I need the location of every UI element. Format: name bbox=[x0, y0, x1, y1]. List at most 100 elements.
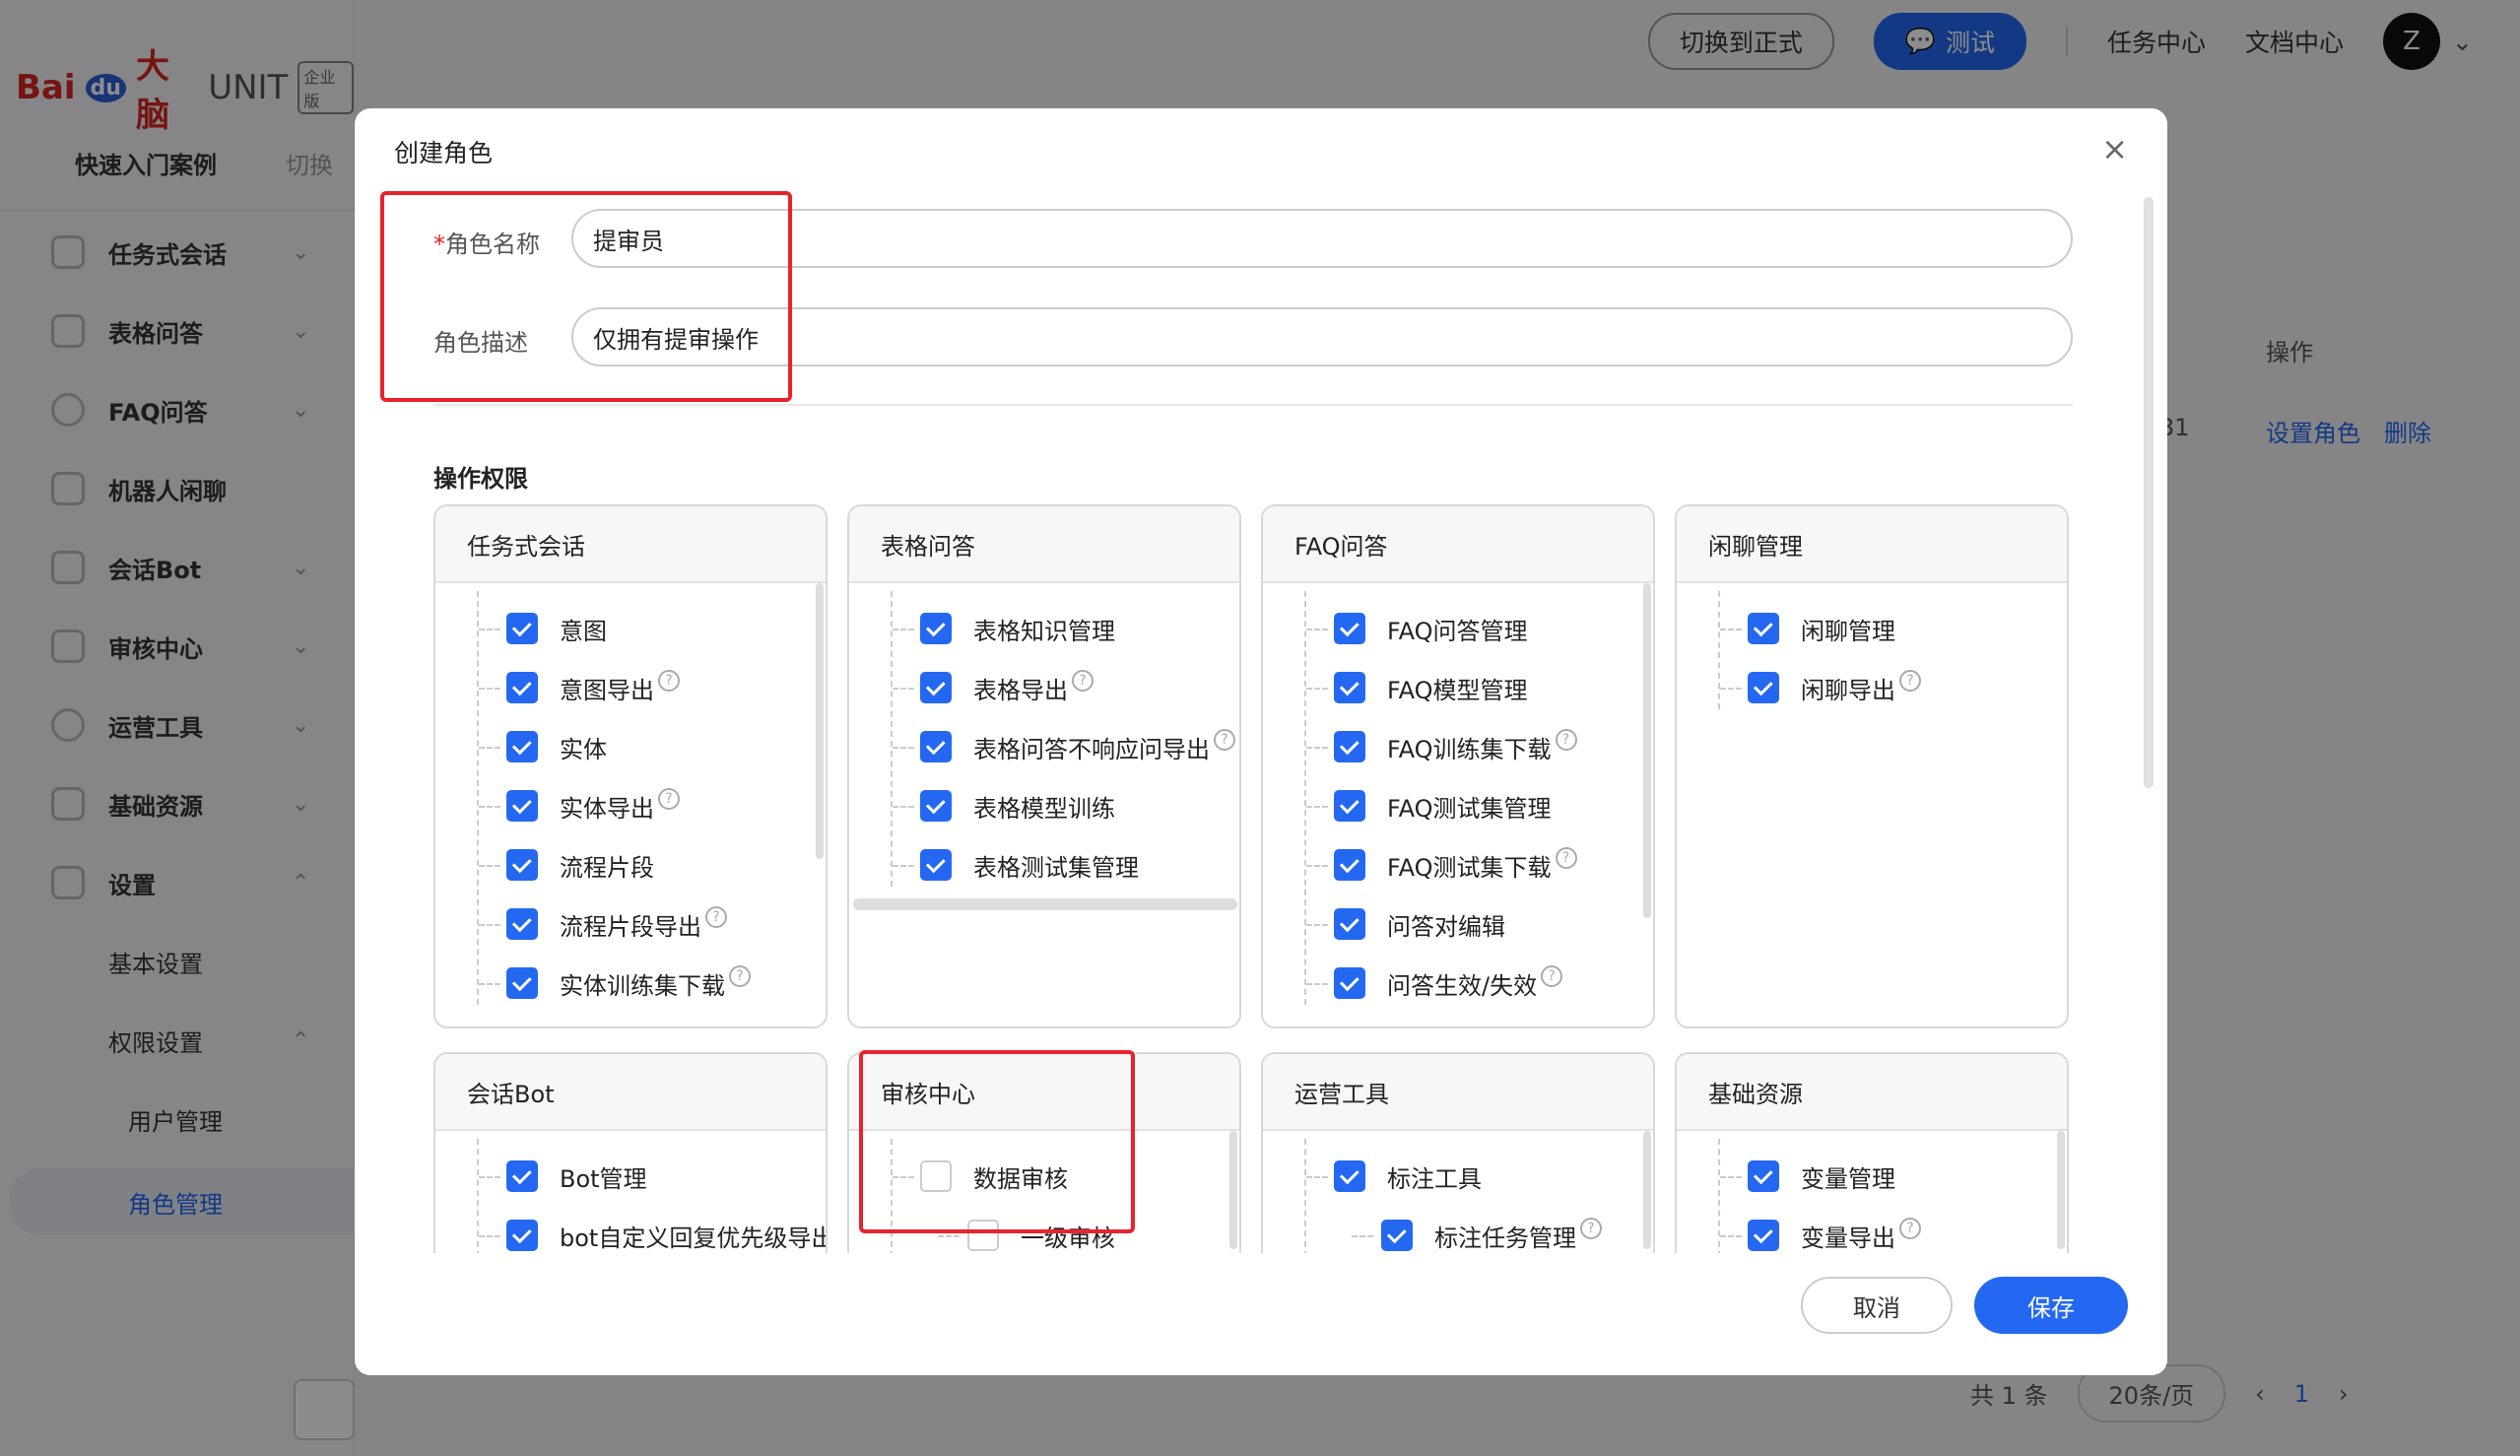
permission-checkbox[interactable] bbox=[1334, 849, 1365, 881]
tree-branch bbox=[1306, 688, 1328, 690]
tree-branch bbox=[479, 747, 500, 749]
permission-item[interactable]: 标注工具 bbox=[1334, 1157, 1482, 1196]
permission-item[interactable]: 问答生效/失效? bbox=[1334, 963, 1563, 1003]
close-icon[interactable]: × bbox=[2101, 130, 2128, 167]
card-horizontal-scrollbar[interactable] bbox=[853, 898, 1237, 910]
permission-item[interactable]: 问答对编辑 bbox=[1334, 904, 1505, 944]
permission-label: FAQ测试集下载 bbox=[1387, 853, 1552, 882]
help-icon[interactable]: ? bbox=[1899, 1218, 1921, 1239]
permission-checkbox[interactable] bbox=[1748, 1160, 1779, 1192]
permission-label: bot自定义回复优先级导出 bbox=[560, 1224, 828, 1252]
permission-tree: 表格知识管理 表格导出? 表格问答不响应问导出? 表格模型训练表格测试集管理 bbox=[849, 583, 1239, 1026]
permission-item[interactable]: 变量导出? bbox=[1748, 1216, 1921, 1255]
permission-item[interactable]: 实体训练集下载? bbox=[506, 963, 751, 1003]
tree-branch bbox=[1306, 806, 1328, 808]
tree-branch bbox=[893, 629, 914, 630]
help-icon[interactable]: ? bbox=[1555, 847, 1577, 869]
permission-item[interactable]: 表格导出? bbox=[920, 668, 1094, 707]
permission-checkbox[interactable] bbox=[1334, 967, 1365, 999]
permission-item[interactable]: 标注任务管理? bbox=[1381, 1216, 1602, 1255]
help-icon[interactable]: ? bbox=[1072, 670, 1094, 692]
help-icon[interactable]: ? bbox=[705, 906, 727, 928]
permission-checkbox[interactable] bbox=[1748, 1220, 1779, 1251]
card-scrollbar[interactable] bbox=[1643, 583, 1651, 918]
permission-item[interactable]: Bot管理 bbox=[506, 1157, 647, 1196]
cancel-button[interactable]: 取消 bbox=[1801, 1277, 1953, 1334]
permission-tree: 闲聊管理闲聊导出? bbox=[1677, 583, 2067, 1026]
help-icon[interactable]: ? bbox=[729, 965, 751, 987]
permission-item[interactable]: 表格模型训练 bbox=[920, 786, 1115, 826]
permission-item[interactable]: 闲聊导出? bbox=[1748, 668, 1921, 707]
card-scrollbar[interactable] bbox=[1229, 1131, 1237, 1249]
permission-checkbox[interactable] bbox=[506, 613, 538, 644]
permission-checkbox[interactable] bbox=[920, 849, 952, 881]
permission-checkbox[interactable] bbox=[1334, 731, 1365, 762]
permission-tree: FAQ问答管理 FAQ模型管理 FAQ训练集下载? FAQ测试集管理 FAQ测试集下载?… bbox=[1263, 583, 1653, 1026]
dialog-title: 创建角色 bbox=[394, 139, 494, 167]
permission-checkbox[interactable] bbox=[506, 967, 538, 999]
permission-checkbox[interactable] bbox=[506, 790, 538, 822]
permission-checkbox[interactable] bbox=[1381, 1220, 1413, 1251]
permission-card: 任务式会话 意图 意图导出? 实体 实体导出? 流程片段 流程片段导出? 实体训练集下载? bbox=[433, 504, 828, 1028]
help-icon[interactable]: ? bbox=[658, 788, 680, 810]
help-icon[interactable]: ? bbox=[658, 670, 680, 692]
permission-item[interactable]: FAQ模型管理 bbox=[1334, 668, 1528, 707]
permission-checkbox[interactable] bbox=[920, 613, 952, 644]
permission-checkbox[interactable] bbox=[1748, 613, 1779, 644]
permission-checkbox[interactable] bbox=[1334, 1160, 1365, 1192]
permission-checkbox[interactable] bbox=[506, 908, 538, 940]
permission-checkbox[interactable] bbox=[1334, 613, 1365, 644]
permission-item[interactable]: FAQ训练集下载? bbox=[1334, 727, 1577, 766]
permission-item[interactable]: 表格知识管理 bbox=[920, 609, 1115, 648]
permission-card-title: 闲聊管理 bbox=[1677, 506, 2067, 583]
permission-checkbox[interactable] bbox=[506, 1220, 538, 1251]
tree-branch bbox=[479, 1176, 500, 1178]
tree-branch bbox=[479, 924, 500, 926]
permission-checkbox[interactable] bbox=[506, 1160, 538, 1192]
help-icon[interactable]: ? bbox=[1541, 965, 1563, 987]
create-role-dialog: 创建角色 × *角色名称 提审员 角色描述 仅拥有提审操作 操作权限 任务式会话… bbox=[355, 108, 2167, 1375]
permission-item[interactable]: 变量管理 bbox=[1748, 1157, 1895, 1196]
permission-checkbox[interactable] bbox=[506, 672, 538, 703]
permission-item[interactable]: 流程片段导出? bbox=[506, 904, 727, 944]
permission-item[interactable]: 意图导出? bbox=[506, 668, 680, 707]
tree-branch bbox=[893, 747, 914, 749]
help-icon[interactable]: ? bbox=[1899, 670, 1921, 692]
permission-label: 实体训练集下载 bbox=[560, 971, 725, 1000]
permission-item[interactable]: 闲聊管理 bbox=[1748, 609, 1895, 648]
permission-item[interactable]: FAQ测试集下载? bbox=[1334, 845, 1577, 885]
permission-checkbox[interactable] bbox=[1334, 908, 1365, 940]
permission-item[interactable]: 表格测试集管理 bbox=[920, 845, 1139, 885]
permission-checkbox[interactable] bbox=[506, 731, 538, 762]
card-scrollbar[interactable] bbox=[2057, 1131, 2065, 1249]
permission-label: 表格测试集管理 bbox=[973, 853, 1139, 882]
help-icon[interactable]: ? bbox=[1555, 729, 1577, 751]
permission-item[interactable]: 实体导出? bbox=[506, 786, 680, 826]
dialog-scrollbar[interactable] bbox=[2144, 197, 2154, 788]
permission-card-title: 运营工具 bbox=[1263, 1054, 1653, 1131]
permission-item[interactable]: FAQ测试集管理 bbox=[1334, 786, 1552, 826]
help-icon[interactable]: ? bbox=[1580, 1218, 1602, 1239]
tree-branch bbox=[893, 865, 914, 867]
tree-branch bbox=[1306, 865, 1328, 867]
permission-item[interactable]: 实体 bbox=[506, 727, 607, 766]
permission-checkbox[interactable] bbox=[920, 672, 952, 703]
permission-checkbox[interactable] bbox=[920, 731, 952, 762]
tree-branch bbox=[479, 806, 500, 808]
permission-item[interactable]: 流程片段 bbox=[506, 845, 654, 885]
help-icon[interactable]: ? bbox=[1214, 729, 1235, 751]
permission-checkbox[interactable] bbox=[920, 790, 952, 822]
permission-checkbox[interactable] bbox=[1334, 790, 1365, 822]
permission-item[interactable]: FAQ问答管理 bbox=[1334, 609, 1528, 648]
card-scrollbar[interactable] bbox=[816, 583, 824, 859]
role-name-input[interactable]: 提审员 bbox=[571, 209, 2073, 268]
permission-item[interactable]: 表格问答不响应问导出? bbox=[920, 727, 1235, 766]
permission-item[interactable]: bot自定义回复优先级导出 bbox=[506, 1216, 828, 1255]
save-button[interactable]: 保存 bbox=[1974, 1277, 2128, 1334]
permission-checkbox[interactable] bbox=[1334, 672, 1365, 703]
permission-checkbox[interactable] bbox=[1748, 672, 1779, 703]
permission-item[interactable]: 意图 bbox=[506, 609, 607, 648]
role-desc-input[interactable]: 仅拥有提审操作 bbox=[571, 307, 2073, 366]
card-scrollbar[interactable] bbox=[1643, 1131, 1651, 1249]
permission-checkbox[interactable] bbox=[506, 849, 538, 881]
